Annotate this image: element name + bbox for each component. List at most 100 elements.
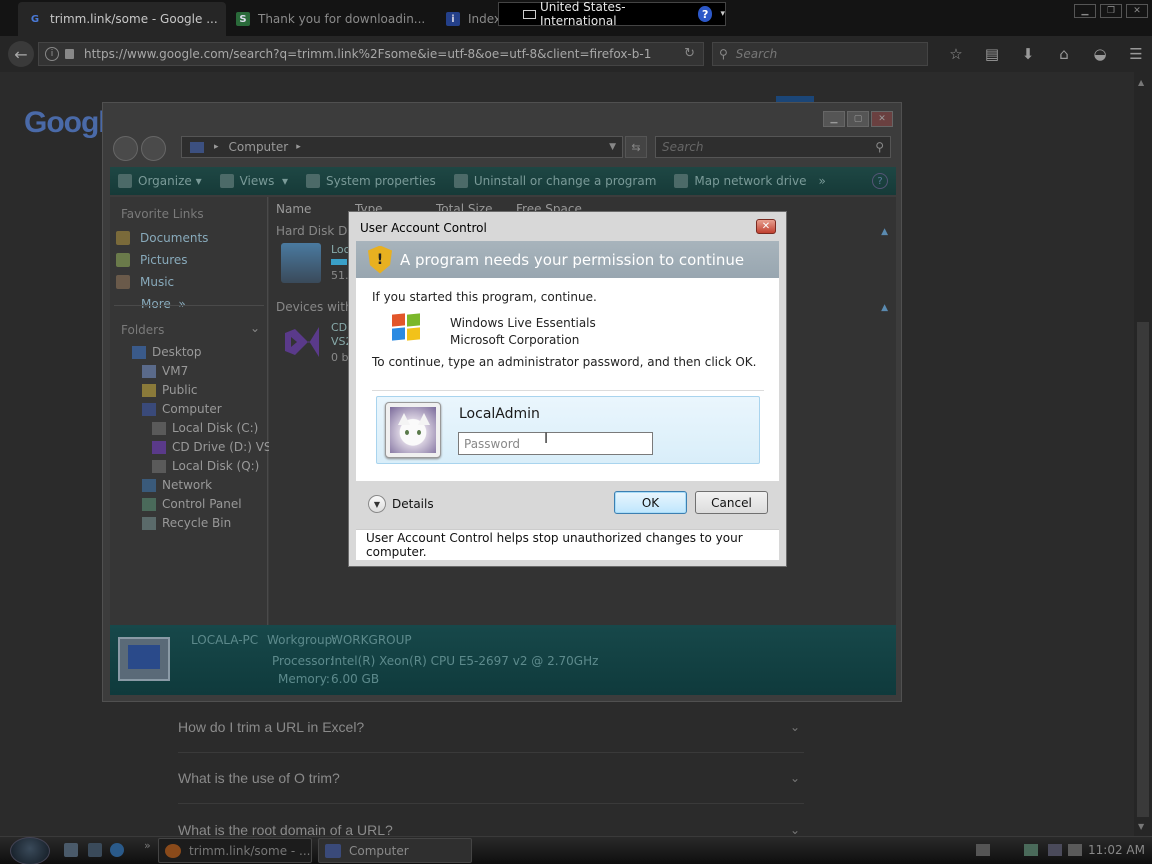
- explorer-address-bar[interactable]: ▸ Computer ▸ ▼: [181, 136, 623, 158]
- pocket-icon[interactable]: ◒: [1082, 42, 1118, 66]
- tree-item-local-disk-q[interactable]: Local Disk (Q:): [152, 459, 259, 473]
- tab-google-search[interactable]: G trimm.link/some - Google ... ✕: [18, 2, 226, 36]
- views-icon: [219, 174, 234, 188]
- help-icon[interactable]: ?: [697, 6, 713, 22]
- url-bar[interactable]: i https://www.google.com/search?q=trimm.…: [38, 42, 704, 66]
- collapse-group-icon[interactable]: ▲: [881, 303, 888, 313]
- info-icon[interactable]: i: [45, 47, 59, 61]
- language-bar[interactable]: United States-International ? ▾: [498, 0, 726, 28]
- google-logo[interactable]: Googl: [24, 106, 107, 140]
- reading-list-icon[interactable]: ▤: [974, 42, 1010, 66]
- tree-item-public[interactable]: Public: [142, 383, 198, 397]
- organize-button[interactable]: Organize ▾: [118, 174, 202, 188]
- uac-dialog: User Account Control ✕ ! A program needs…: [348, 211, 787, 567]
- minimize-icon[interactable]: ▁: [823, 111, 845, 127]
- map-network-drive-button[interactable]: Map network drive: [674, 174, 806, 188]
- scrollbar-thumb[interactable]: [1137, 322, 1149, 817]
- close-button[interactable]: ✕: [756, 219, 776, 234]
- tree-item-control-panel[interactable]: Control Panel: [142, 497, 242, 511]
- faq-item[interactable]: What is the use of O trim? ⌄: [178, 753, 804, 804]
- tree-item-network[interactable]: Network: [142, 478, 212, 492]
- folders-header: Folders: [121, 323, 165, 337]
- collapse-folders-icon[interactable]: ⌄: [250, 321, 260, 335]
- group-header-hard-disk: Hard Disk Dr: [276, 224, 353, 238]
- switch-windows-icon[interactable]: [88, 843, 102, 857]
- tree-label: Computer: [162, 402, 222, 416]
- taskbar-clock[interactable]: 11:02 AM: [1088, 843, 1145, 857]
- tree-item-cd-drive[interactable]: CD Drive (D:) VS20: [152, 440, 287, 454]
- restore-icon[interactable]: ❐: [1100, 4, 1122, 18]
- internet-explorer-icon[interactable]: [110, 843, 124, 857]
- tree-item-vm7[interactable]: VM7: [142, 364, 188, 378]
- search-placeholder: Search: [735, 47, 778, 61]
- bookmark-star-icon[interactable]: ☆: [938, 42, 974, 66]
- details-toggle[interactable]: ▼ Details: [368, 495, 434, 513]
- favorite-link-pictures[interactable]: Pictures: [116, 253, 188, 267]
- faq-item[interactable]: How do I trim a URL in Excel? ⌄: [178, 702, 804, 753]
- chevron-down-icon: ▼: [368, 495, 386, 513]
- taskbar-button-computer[interactable]: Computer: [318, 838, 472, 863]
- dialog-title: User Account Control: [360, 221, 487, 235]
- visual-studio-icon[interactable]: [281, 321, 323, 363]
- network-tray-icon[interactable]: [1024, 844, 1038, 856]
- drive-size: 51.: [331, 269, 349, 282]
- browser-tools: ☆ ▤ ⬇ ⌂ ◒ ☰: [938, 42, 1152, 66]
- arrow-left-icon: ←: [14, 44, 28, 64]
- cancel-button[interactable]: Cancel: [695, 491, 768, 514]
- favorite-link-music[interactable]: Music: [116, 275, 174, 289]
- folder-icon: [142, 383, 156, 397]
- monitor-tray-icon[interactable]: [1048, 844, 1062, 856]
- start-button[interactable]: [10, 837, 50, 864]
- minimize-icon[interactable]: ▁: [1074, 4, 1096, 18]
- page-scrollbar[interactable]: ▲ ▼: [1134, 72, 1152, 836]
- tab-thank-you[interactable]: S Thank you for downloadin... ✕: [226, 2, 434, 36]
- ok-button[interactable]: OK: [614, 491, 687, 514]
- uninstall-program-button[interactable]: Uninstall or change a program: [453, 174, 656, 188]
- password-field[interactable]: [458, 432, 653, 455]
- help-icon[interactable]: ?: [872, 173, 888, 189]
- maximize-icon[interactable]: ▢: [847, 111, 869, 127]
- collapse-group-icon[interactable]: ▲: [881, 227, 888, 237]
- explorer-back-button[interactable]: [113, 136, 138, 161]
- chevron-down-icon[interactable]: ▼: [609, 142, 616, 152]
- pictures-icon: [116, 253, 130, 267]
- refresh-button[interactable]: ⇆: [625, 136, 647, 158]
- favorite-link-documents[interactable]: Documents: [116, 231, 208, 245]
- taskbar-button-firefox[interactable]: trimm.link/some - ...: [158, 838, 312, 863]
- keyboard-tray-icon[interactable]: [976, 844, 990, 856]
- local-disk-icon[interactable]: [281, 243, 321, 283]
- more-links-button[interactable]: More »: [141, 297, 186, 311]
- command-label: Map network drive: [694, 174, 807, 188]
- menu-icon[interactable]: ☰: [1118, 42, 1152, 66]
- tree-item-recycle-bin[interactable]: Recycle Bin: [142, 516, 231, 530]
- scroll-up-icon[interactable]: ▲: [1138, 78, 1144, 87]
- browser-search-box[interactable]: ⚲ Search: [712, 42, 928, 66]
- quick-launch-more-icon[interactable]: »: [144, 839, 151, 852]
- more-commands-button[interactable]: »: [818, 174, 825, 188]
- system-properties-button[interactable]: System properties: [306, 174, 436, 188]
- scroll-down-icon[interactable]: ▼: [1138, 822, 1144, 831]
- breadcrumb-arrow-icon: ▸: [296, 142, 301, 152]
- views-button[interactable]: Views ▾: [219, 174, 288, 188]
- tree-item-computer[interactable]: Computer: [142, 402, 222, 416]
- download-icon[interactable]: ⬇: [1010, 42, 1046, 66]
- admin-account-tile[interactable]: LocalAdmin I: [376, 396, 760, 464]
- column-header-name[interactable]: Name: [276, 202, 311, 216]
- close-icon[interactable]: ✕: [871, 111, 893, 127]
- show-desktop-icon[interactable]: [64, 843, 78, 857]
- close-icon[interactable]: ✕: [1126, 4, 1148, 18]
- language-options-icon[interactable]: ▾: [720, 9, 725, 19]
- tree-label: Desktop: [152, 345, 202, 359]
- volume-tray-icon[interactable]: [1068, 844, 1082, 856]
- explorer-search-box[interactable]: Search ⚲: [655, 136, 891, 158]
- tab-index[interactable]: i Index: [436, 2, 500, 36]
- tree-item-local-disk-c[interactable]: Local Disk (C:): [152, 421, 258, 435]
- tree-item-desktop[interactable]: Desktop: [132, 345, 202, 359]
- explorer-window-controls: ▁ ▢ ✕: [823, 111, 893, 127]
- details-pane: LOCALA-PC Workgroup: WORKGROUP Processor…: [110, 625, 896, 695]
- music-icon: [116, 275, 130, 289]
- explorer-forward-button[interactable]: [141, 136, 166, 161]
- home-icon[interactable]: ⌂: [1046, 42, 1082, 66]
- reload-icon[interactable]: ↻: [684, 46, 695, 61]
- back-button[interactable]: ←: [8, 41, 34, 67]
